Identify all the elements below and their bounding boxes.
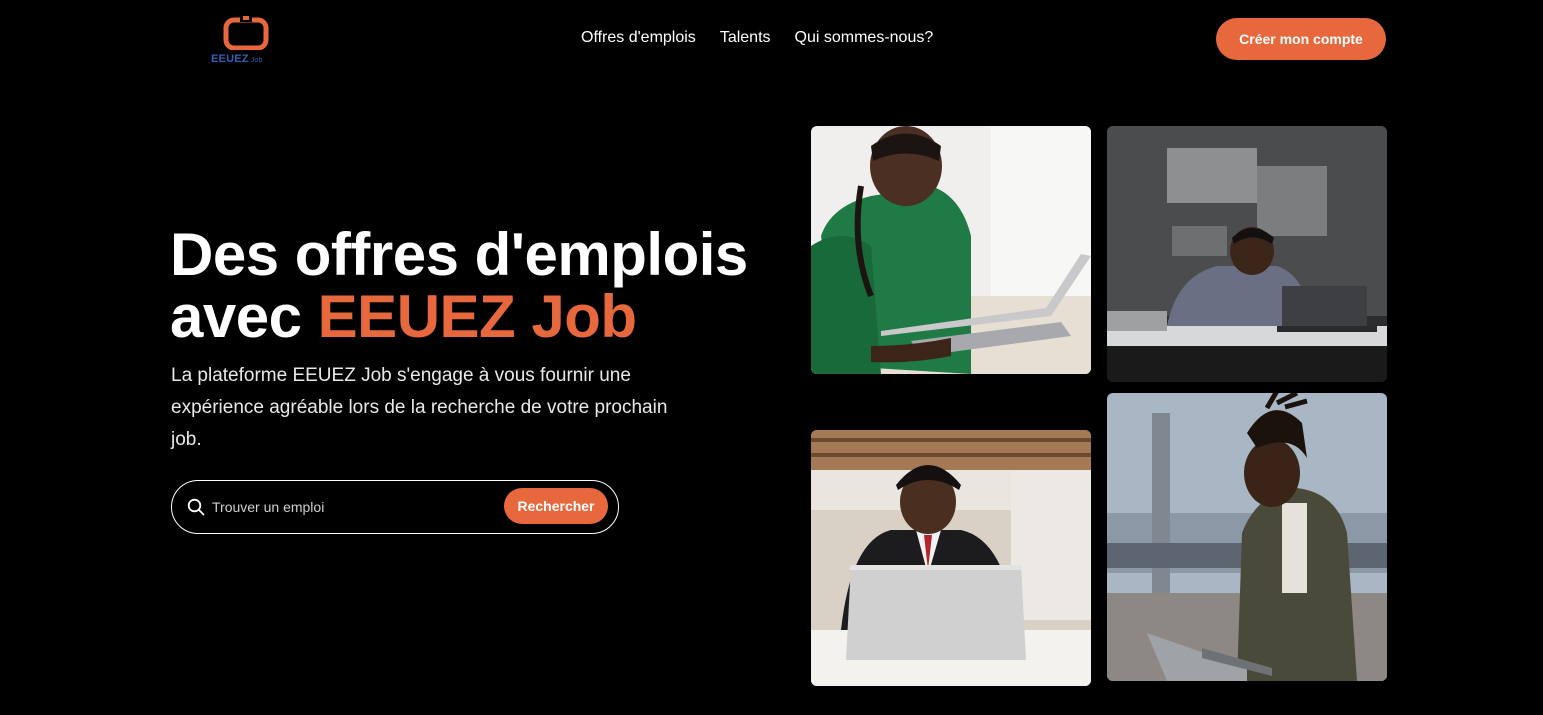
- nav-item-offres[interactable]: Offres d'emplois: [581, 28, 696, 48]
- search-button[interactable]: Rechercher: [504, 488, 608, 524]
- hero-description: La plateforme EEUEZ Job s'engage à vous …: [171, 365, 668, 450]
- hero-title-prefix: avec: [170, 283, 318, 350]
- hero-title: Des offres d'emplois avec EEUEZ Job: [170, 224, 790, 348]
- create-account-button[interactable]: Créer mon compte: [1216, 18, 1386, 60]
- brand-logo[interactable]: EEUEZ Job: [208, 12, 284, 66]
- nav-item-about[interactable]: Qui sommes-nous?: [795, 28, 934, 48]
- photo-man-suit-headset-laptop: [811, 430, 1091, 686]
- nav-item-talents[interactable]: Talents: [720, 28, 771, 48]
- search-input[interactable]: [212, 494, 492, 520]
- hero-title-accent: EEUEZ Job: [317, 283, 637, 350]
- hero-title-line1: Des offres d'emplois: [170, 221, 748, 288]
- logo-icon: [223, 14, 269, 50]
- photo-woman-green-shirt-laptop: [811, 126, 1091, 374]
- search-bar: Rechercher: [171, 480, 619, 534]
- logo-wordmark: EEUEZ Job: [211, 53, 263, 65]
- main-nav: Offres d'emplois Talents Qui sommes-nous…: [581, 28, 933, 48]
- photo-man-bridge-laptop: [1107, 393, 1387, 681]
- photo-man-desk-laptop-office: [1107, 126, 1387, 382]
- search-icon: [187, 498, 205, 516]
